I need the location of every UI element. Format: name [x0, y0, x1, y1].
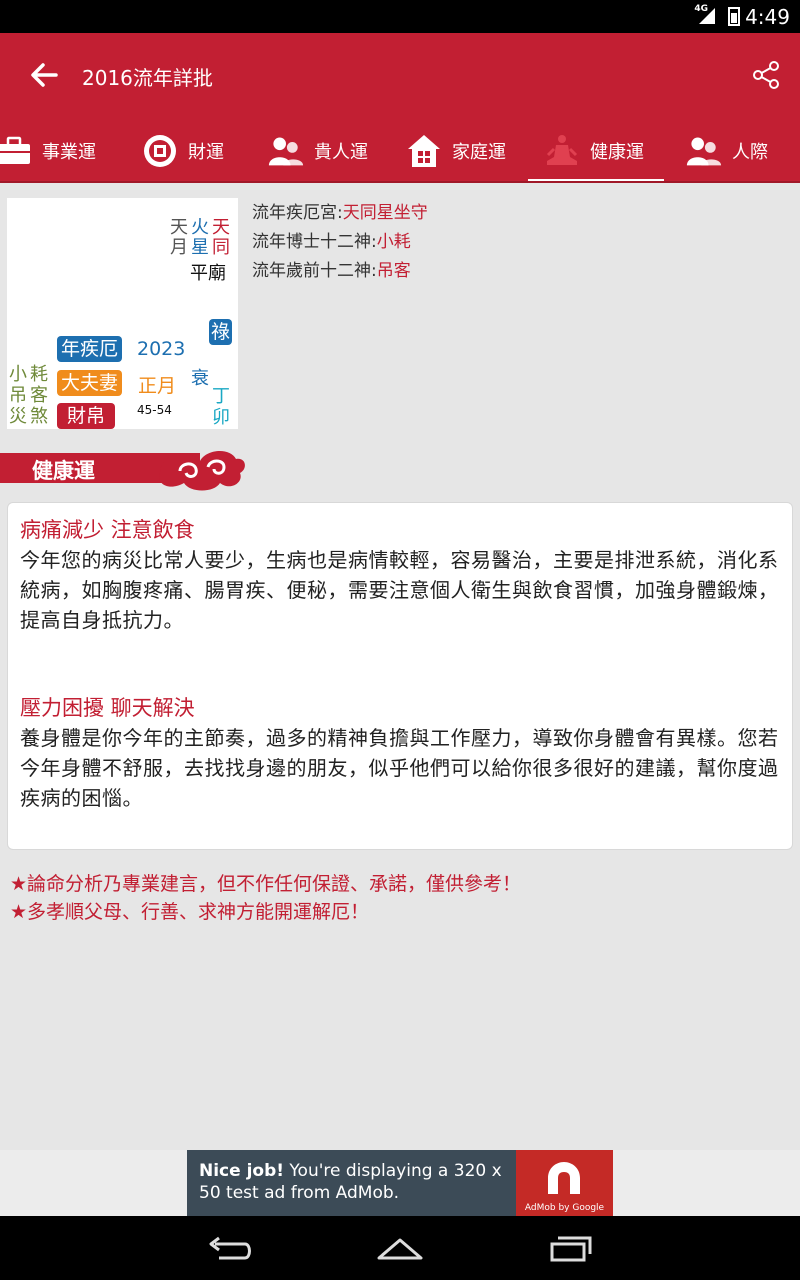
- info-line-3: 流年歲前十二神:吊客: [252, 261, 411, 281]
- tab-family[interactable]: 家庭運: [406, 119, 506, 181]
- wealth-badge: 財帛: [57, 403, 116, 429]
- shuai-label: 衰: [191, 368, 209, 389]
- star-tiantong: 天同: [212, 217, 230, 258]
- battery-icon: [728, 7, 740, 26]
- section-title: 健康運: [32, 459, 95, 483]
- note-2: ★多孝順父母、行善、求神方能開運解厄！: [10, 901, 370, 923]
- status-time: 4:49: [745, 5, 790, 29]
- cloud-ornament-icon: [159, 450, 245, 491]
- house-icon: [406, 133, 442, 169]
- note-1: ★論命分析乃專業建言，但不作任何保證、承諾，僅供參考！: [10, 873, 522, 895]
- info-line-2: 流年博士十二神:小耗: [252, 232, 411, 252]
- ad-text: Nice job! You're displaying a 320 x 50 t…: [199, 1161, 502, 1203]
- admob-icon: [548, 1162, 580, 1194]
- nav-back-icon[interactable]: [205, 1232, 255, 1264]
- minor-stars-col1: 小吊災: [9, 364, 27, 427]
- tab-label: 財運: [188, 142, 224, 163]
- ganzhi-label: 丁卯: [212, 386, 230, 428]
- info-line-1: 流年疾厄宮:天同星坐守: [252, 203, 428, 223]
- briefcase-icon: [0, 133, 32, 169]
- status-bar: 4G 4:49: [0, 0, 800, 33]
- tab-benefactor[interactable]: 貴人運: [268, 119, 368, 181]
- tab-health[interactable]: 健康運: [528, 119, 664, 181]
- tab-label: 家庭運: [452, 142, 506, 163]
- section-header: 健康運: [0, 443, 250, 495]
- palace-cell: 天月 火星 天同 平廟 祿 年疾厄 2023 衰 大夫妻 正月 財帛 45-54…: [7, 198, 238, 429]
- admob-logo: AdMob by Google: [516, 1150, 613, 1216]
- year-label: 2023: [137, 338, 186, 360]
- heading-1: 病痛減少 注意飲食: [20, 518, 195, 542]
- people-icon: [268, 133, 304, 169]
- tab-label: 健康運: [590, 142, 644, 163]
- disclaimer: ★論命分析乃專業建言，但不作任何保證、承諾，僅供參考！ ★多孝順父母、行善、求神…: [10, 870, 521, 926]
- ad-bar: Nice job! You're displaying a 320 x 50 t…: [0, 1150, 800, 1216]
- palace-name-badge: 年疾厄: [57, 336, 123, 362]
- paragraph-2: 養身體是你今年的主節奏，過多的精神負擔與工作壓力，導致你身體會有異樣。您若今年身…: [20, 726, 779, 810]
- paragraph-1: 今年您的病災比常人要少，生病也是病情較輕，容易醫治，主要是排泄系統，消化系統病，…: [20, 548, 779, 632]
- palace-info: 流年疾厄宮:天同星坐守 流年博士十二神:小耗 流年歲前十二神:吊客: [252, 199, 428, 286]
- brightness-label: 平廟: [190, 263, 226, 284]
- tab-label: 事業運: [42, 142, 96, 163]
- nav-recents-icon[interactable]: [546, 1232, 596, 1264]
- minor-stars-col2: 耗客煞: [30, 364, 48, 427]
- tab-label: 貴人運: [314, 142, 368, 163]
- test-ad[interactable]: Nice job! You're displaying a 320 x 50 t…: [187, 1150, 613, 1216]
- tab-wealth[interactable]: 財運: [142, 119, 224, 181]
- age-range: 45-54: [137, 403, 172, 417]
- meditation-icon: [544, 133, 580, 169]
- page-title: 2016流年詳批: [82, 66, 213, 90]
- app-bar: 2016流年詳批: [0, 33, 800, 119]
- fortune-card: 病痛減少 注意飲食 今年您的病災比常人要少，生病也是病情較輕，容易醫治，主要是排…: [7, 502, 793, 850]
- month-label: 正月: [138, 375, 177, 397]
- spouse-badge: 大夫妻: [57, 370, 123, 396]
- heading-2: 壓力困擾 聊天解決: [20, 696, 195, 720]
- star-tianyue: 天月: [170, 217, 188, 258]
- tab-label: 人際: [732, 142, 768, 163]
- coin-icon: [142, 133, 178, 169]
- share-icon[interactable]: [750, 59, 782, 91]
- lu-badge: 祿: [209, 319, 233, 345]
- system-nav-bar: [0, 1216, 800, 1280]
- signal-icon: [699, 8, 715, 24]
- tab-bar: 事業運 財運 貴人運 家庭運 健康運 人際: [0, 119, 800, 183]
- tab-career[interactable]: 事業運: [0, 119, 96, 181]
- nav-home-icon[interactable]: [375, 1232, 425, 1264]
- tab-relations[interactable]: 人際: [686, 119, 768, 181]
- persons-icon: [686, 133, 722, 169]
- star-huoxing: 火星: [191, 217, 209, 258]
- back-arrow-icon[interactable]: [26, 57, 62, 93]
